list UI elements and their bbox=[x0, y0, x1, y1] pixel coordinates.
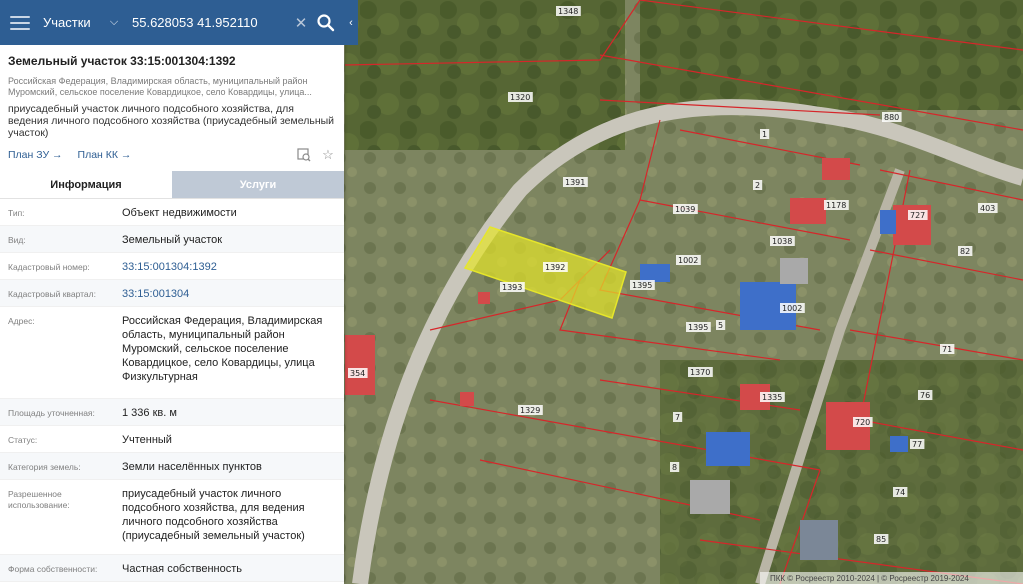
attribute-row: Разрешенное использование: приусадебный у… bbox=[0, 480, 344, 555]
attribute-label: Вид: bbox=[8, 235, 26, 245]
plot-number-label[interactable]: 1395 bbox=[632, 281, 652, 290]
plot-number-label[interactable]: 82 bbox=[960, 247, 970, 256]
plot-number-label[interactable]: 1039 bbox=[675, 205, 695, 214]
attribute-label: Категория земель: bbox=[8, 462, 81, 472]
attribute-label: Кадастровый квартал: bbox=[8, 289, 96, 299]
plot-header: Земельный участок 33:15:001304:1392 Росс… bbox=[0, 45, 344, 163]
attribute-row: Площадь уточненная: 1 336 кв. м bbox=[0, 399, 344, 426]
plot-number-label[interactable]: 1393 bbox=[502, 283, 522, 292]
attribute-value: Объект недвижимости bbox=[122, 207, 237, 219]
search-type-select[interactable]: Участки bbox=[43, 15, 105, 30]
attribute-label: Статус: bbox=[8, 435, 38, 445]
attribute-label: Тип: bbox=[8, 208, 25, 218]
plot-number-label[interactable]: 1370 bbox=[690, 368, 710, 377]
favorite-star-icon[interactable]: ☆ bbox=[320, 147, 336, 163]
plot-number-label[interactable]: 74 bbox=[895, 488, 905, 497]
plot-number-label[interactable]: 1395 bbox=[688, 323, 708, 332]
plot-number-label[interactable]: 85 bbox=[876, 535, 886, 544]
chevron-down-icon[interactable]: ⌵ bbox=[105, 16, 123, 29]
tab-info[interactable]: Информация bbox=[0, 171, 172, 198]
attribute-row: Форма собственности: Частная собственност… bbox=[0, 555, 344, 582]
attribute-row: Тип: Объект недвижимости bbox=[0, 199, 344, 226]
plot-number-label[interactable]: 1038 bbox=[772, 237, 792, 246]
plot-number-label[interactable]: 71 bbox=[942, 345, 952, 354]
plot-number-label[interactable]: 8 bbox=[672, 463, 677, 472]
plot-number-label[interactable]: 1329 bbox=[520, 406, 540, 415]
plot-number-label[interactable]: 354 bbox=[350, 369, 365, 378]
plot-number-label[interactable]: 2 bbox=[755, 181, 760, 190]
plot-address: Российская Федерация, Владимирская облас… bbox=[8, 76, 312, 97]
attribute-label: Разрешенное использование: bbox=[8, 489, 70, 510]
attribute-value-link[interactable]: 33:15:001304 bbox=[122, 287, 336, 306]
attribute-row: Категория земель: Земли населённых пункто… bbox=[0, 453, 344, 480]
attribute-value: 1 336 кв. м bbox=[122, 407, 177, 419]
attribute-value: Учтенный bbox=[122, 434, 172, 446]
tab-services[interactable]: Услуги bbox=[172, 171, 344, 198]
attribute-list: Тип: Объект недвижимости Вид: Земельный уча… bbox=[0, 199, 344, 584]
plot-number-label[interactable]: 880 bbox=[884, 113, 899, 122]
plot-number-label[interactable]: 1002 bbox=[782, 304, 802, 313]
plot-number-label[interactable]: 76 bbox=[920, 391, 930, 400]
plot-purpose: приусадебный участок личного подсобного … bbox=[8, 103, 335, 139]
plot-number-label[interactable]: 1002 bbox=[678, 256, 698, 265]
attribute-row: Статус: Учтенный bbox=[0, 426, 344, 453]
plan-zu-link[interactable]: План ЗУ → bbox=[8, 149, 63, 161]
attribute-row: Вид: Земельный участок bbox=[0, 226, 344, 253]
plot-title: Земельный участок 33:15:001304:1392 bbox=[8, 54, 236, 68]
plan-links: План ЗУ → План КК → ☆ bbox=[8, 147, 336, 163]
search-bar: Участки ⌵ 55.628053 41.952110 ✕ bbox=[0, 0, 344, 45]
attribute-label: Площадь уточненная: bbox=[8, 408, 95, 418]
plot-number-label[interactable]: 1178 bbox=[826, 201, 846, 210]
clear-icon[interactable]: ✕ bbox=[292, 14, 310, 32]
search-input[interactable]: 55.628053 41.952110 bbox=[132, 15, 292, 30]
hamburger-menu-icon[interactable] bbox=[10, 15, 30, 30]
attribute-label: Кадастровый номер: bbox=[8, 262, 90, 272]
building-roof bbox=[345, 335, 375, 395]
attribute-label: Адрес: bbox=[8, 316, 35, 326]
attribute-label: Форма собственности: bbox=[8, 564, 98, 574]
attribute-value: Частная собственность bbox=[122, 563, 243, 575]
attribute-row: Адрес: Российская Федерация, Владимирская… bbox=[0, 307, 344, 399]
plot-number-label[interactable]: 727 bbox=[910, 211, 925, 220]
plot-number-label[interactable]: 5 bbox=[718, 321, 723, 330]
attribute-value: Земли населённых пунктов bbox=[122, 461, 262, 473]
plan-kk-link[interactable]: План КК → bbox=[78, 149, 132, 161]
plot-number-label[interactable]: 77 bbox=[912, 440, 922, 449]
plot-number-label[interactable]: 7 bbox=[675, 413, 680, 422]
plot-number-label[interactable]: 1348 bbox=[558, 7, 578, 16]
panel-tabs: Информация Услуги bbox=[0, 171, 344, 199]
plot-number-label[interactable]: 1 bbox=[762, 130, 767, 139]
plot-number-label[interactable]: 1320 bbox=[510, 93, 530, 102]
attribute-row: Кадастровый квартал: 33:15:001304 bbox=[0, 280, 344, 307]
attribute-row: Кадастровый номер: 33:15:001304:1392 bbox=[0, 253, 344, 280]
attribute-value: приусадебный участок личного подсобного … bbox=[122, 488, 305, 542]
plot-number-label[interactable]: 1335 bbox=[762, 393, 782, 402]
info-panel: Участки ⌵ 55.628053 41.952110 ✕ Земельны… bbox=[0, 0, 344, 584]
plot-number-label[interactable]: 1391 bbox=[565, 178, 585, 187]
collapse-panel-button[interactable]: ‹ bbox=[344, 0, 358, 45]
show-on-map-icon[interactable] bbox=[296, 147, 312, 163]
map-attribution: ПКК © Росреестр 2010-2024 | © Росреестр … bbox=[770, 574, 969, 583]
plot-number-label[interactable]: 403 bbox=[980, 204, 995, 213]
plot-number-label[interactable]: 1392 bbox=[545, 263, 565, 272]
attribute-value-link[interactable]: 33:15:001304:1392 bbox=[122, 260, 336, 279]
plot-number-label[interactable]: 720 bbox=[855, 418, 870, 427]
attribute-value: Российская Федерация, Владимирская облас… bbox=[122, 315, 323, 383]
attribute-value: Земельный участок bbox=[122, 234, 223, 246]
search-icon[interactable] bbox=[316, 13, 336, 33]
